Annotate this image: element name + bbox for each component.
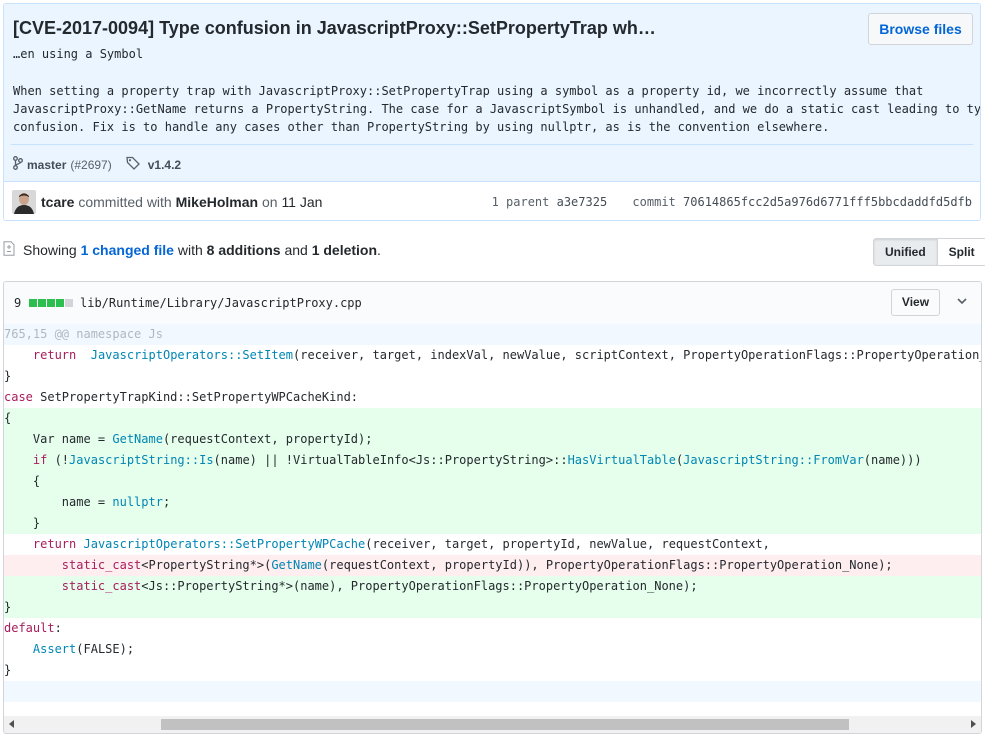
diff-view-toggle: Unified Split [873,238,985,266]
added-line: Var name = GetName(requestContext, prope… [4,429,981,450]
hunk-header: 765,15 @@ namespace Js [4,324,981,345]
commit-title-continuation: …en using a Symbol [13,47,144,61]
coauthor-link[interactable]: MikeHolman [176,194,258,210]
commit-title: [CVE-2017-0094] Type confusion in Javasc… [13,18,656,38]
context-line: } [4,366,981,387]
date-prefix: on [261,194,278,210]
avatar[interactable] [12,190,36,214]
commit-label: commit [632,195,676,209]
added-line: } [4,513,981,534]
commit-header: [CVE-2017-0094] Type confusion in Javasc… [3,3,981,221]
parent-sha-link[interactable]: a3e7325 [557,195,608,209]
file-diff-icon [3,241,15,259]
diff-stat-block [47,299,56,307]
change-count: 9 [14,296,22,310]
view-file-button[interactable]: View [891,289,940,316]
commit-sha: 70614865fcc2d5a976d6771fff5bbcdaddfd5dfb [683,195,972,209]
diff-stat: 9 [14,296,74,310]
context-line [4,681,981,702]
commit-date: 11 Jan [281,194,323,210]
added-line: { [4,471,981,492]
commit-summary-panel: [CVE-2017-0094] Type confusion in Javasc… [4,4,980,181]
author-line: tcare committed with MikeHolman on 11 Ja… [41,194,322,210]
diff-stat-block [56,299,65,307]
diff-stat-blocks [29,299,74,307]
additions-count: 8 additions [206,242,281,258]
diff-summary: Showing 1 changed file with 8 additions … [3,241,381,259]
unified-button[interactable]: Unified [873,238,938,266]
branch-link[interactable]: master [27,158,66,172]
file-diff: 9 lib/Runtime/Library/JavascriptProxy.cp… [3,281,982,734]
deleted-line: static_cast<PropertyString*>(GetName(req… [4,555,981,576]
context-line: return JavascriptOperators::SetItem(rece… [4,345,981,366]
with-text: with [177,242,203,258]
and-text: and [284,242,308,258]
changed-files-link[interactable]: 1 changed file [81,242,174,258]
showing-text: Showing [23,242,77,258]
tag-link[interactable]: v1.4.2 [148,158,181,172]
diff-stat-block [65,299,74,307]
parent-label: 1 parent [491,195,550,209]
scroll-right-arrow-icon[interactable] [971,720,976,728]
period-text: . [377,242,381,258]
scrollbar-thumb[interactable] [161,719,849,730]
horizontal-scrollbar[interactable] [4,716,981,733]
context-line: } [4,660,981,681]
added-line: static_cast<Js::PropertyString*>(name), … [4,576,981,597]
deletions-count: 1 deletion [311,242,378,258]
diff-stat-block [29,299,38,307]
added-line: { [4,408,981,429]
divider [11,144,973,145]
scroll-left-arrow-icon[interactable] [9,720,14,728]
sha-info: 1 parent a3e7325 commit 70614865fcc2d5a9… [492,195,972,209]
tag-icon [126,156,144,173]
diff-stat-block [38,299,47,307]
chevron-down-icon[interactable] [956,294,968,312]
author-link[interactable]: tcare [41,194,74,210]
commit-description: When setting a property trap with Javasc… [13,84,981,134]
branch-info: master (#2697) v1.4.2 [13,156,181,173]
diff-body: 765,15 @@ namespace Js return Javascript… [4,324,981,702]
context-line: case SetPropertyTrapKind::SetPropertyWPC… [4,387,981,408]
committed-with-text: committed with [78,194,172,210]
context-line: default: [4,618,981,639]
git-branch-icon [13,156,27,173]
context-line: return JavascriptOperators::SetPropertyW… [4,534,981,555]
pr-link[interactable]: (#2697) [70,158,111,172]
file-header: 9 lib/Runtime/Library/JavascriptProxy.cp… [4,282,981,325]
context-line: Assert(FALSE); [4,639,981,660]
added-line: if (!JavascriptString::Is(name) || !Virt… [4,450,981,471]
commit-meta: tcare committed with MikeHolman on 11 Ja… [4,181,980,220]
split-button[interactable]: Split [937,238,985,266]
browse-files-button[interactable]: Browse files [868,13,973,45]
file-path-link[interactable]: lib/Runtime/Library/JavascriptProxy.cpp [80,296,362,310]
added-line: } [4,597,981,618]
added-line: name = nullptr; [4,492,981,513]
